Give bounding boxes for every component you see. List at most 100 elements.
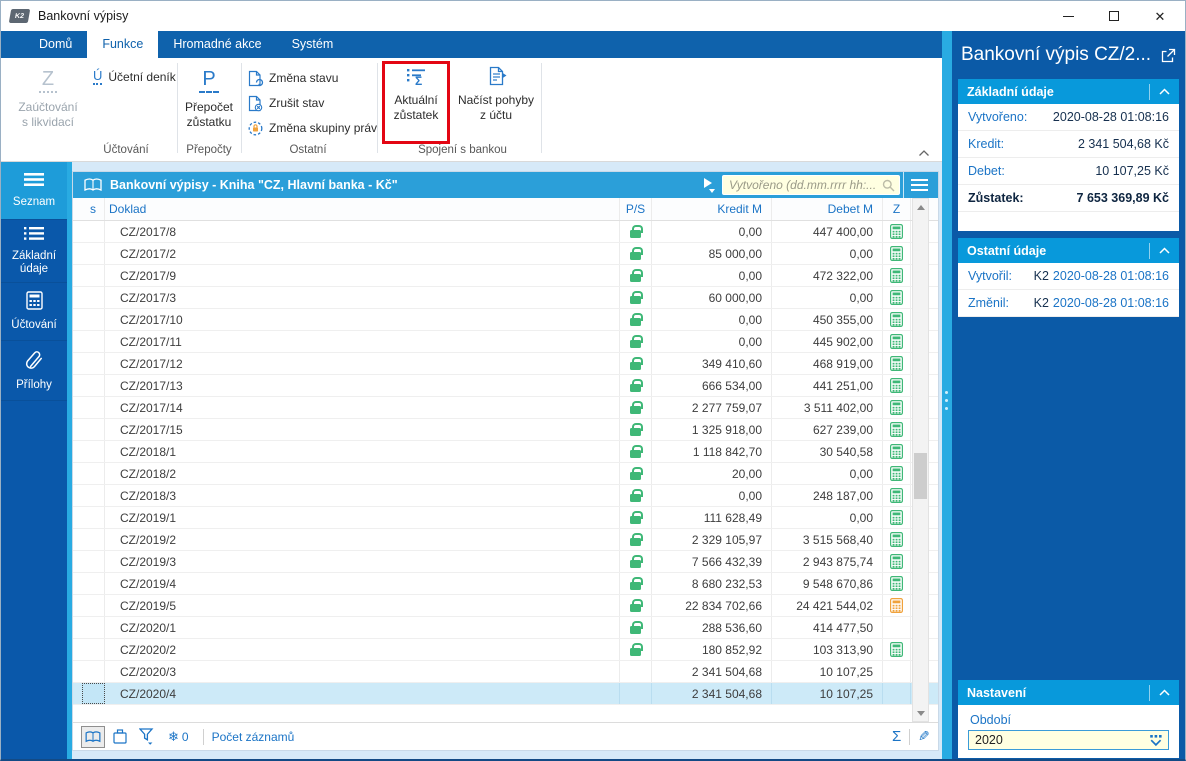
tab-system[interactable]: Systém: [277, 31, 349, 58]
table-row[interactable]: CZ/2018/1 1 118 842,70 30 540,58: [73, 441, 938, 463]
sidebar-item-seznam[interactable]: Seznam: [1, 162, 67, 220]
table-row[interactable]: CZ/2017/15 1 325 918,00 627 239,00: [73, 419, 938, 441]
kredit-cell: 0,00: [652, 221, 772, 242]
tab-hromadne-akce[interactable]: Hromadné akce: [158, 31, 276, 58]
row-select-cell: [82, 287, 105, 308]
aktualni-zustatek-button[interactable]: Σ Aktuální zůstatek: [386, 66, 446, 123]
chevron-up-icon[interactable]: [1149, 83, 1170, 100]
lock-icon: [630, 290, 643, 304]
svg-text:Σ: Σ: [415, 74, 422, 87]
filter-button[interactable]: [135, 726, 159, 748]
table-row[interactable]: CZ/2017/8 0,00 447 400,00: [73, 221, 938, 243]
search-run-button[interactable]: [704, 178, 718, 193]
close-button[interactable]: ✕: [1137, 1, 1183, 31]
section-header[interactable]: Nastavení: [958, 680, 1179, 705]
column-header-s[interactable]: s: [82, 198, 105, 220]
period-combobox[interactable]: 2020: [968, 730, 1169, 750]
scroll-down-button[interactable]: [913, 705, 928, 721]
zmena-stavu-button[interactable]: Změna stavu: [247, 66, 338, 90]
sidebar-item-uctovani[interactable]: Účtování: [1, 283, 67, 341]
row-select-cell: [82, 375, 105, 396]
right-splitter[interactable]: [942, 31, 952, 759]
debet-cell: 627 239,00: [772, 419, 883, 440]
table-row[interactable]: CZ/2019/3 7 566 432,39 2 943 875,74: [73, 551, 938, 573]
tab-funkce[interactable]: Funkce: [87, 31, 159, 58]
zrusit-stav-button[interactable]: Zrušit stav: [247, 91, 324, 115]
group-separator: [377, 63, 378, 153]
kredit-cell: 85 000,00: [652, 243, 772, 264]
row-select-cell: [82, 595, 105, 616]
sum-button[interactable]: Σ: [892, 728, 901, 745]
edit-button[interactable]: ✎: [918, 728, 930, 745]
field-vytvoril: Vytvořil: K2 2020-08-28 01:08:16: [958, 263, 1179, 290]
scrollbar-thumb[interactable]: [914, 453, 927, 499]
vertical-scrollbar[interactable]: [912, 198, 929, 722]
prepocet-zustatku-button[interactable]: P Přepočet zůstatku: [179, 67, 239, 130]
open-external-icon[interactable]: [1160, 48, 1176, 64]
debet-cell: 441 251,00: [772, 375, 883, 396]
ucetni-denik-button[interactable]: Ú Účetní deník: [93, 65, 176, 89]
kredit-cell: 1 325 918,00: [652, 419, 772, 440]
table-row[interactable]: CZ/2017/11 0,00 445 902,00: [73, 331, 938, 353]
z-cell: [883, 375, 911, 396]
table-row[interactable]: CZ/2017/3 60 000,00 0,00: [73, 287, 938, 309]
table-row[interactable]: CZ/2017/14 2 277 759,07 3 511 402,00: [73, 397, 938, 419]
zmena-skupiny-prav-button[interactable]: Změna skupiny práv: [247, 116, 377, 140]
debet-cell: 3 511 402,00: [772, 397, 883, 418]
table-row[interactable]: CZ/2017/2 85 000,00 0,00: [73, 243, 938, 265]
table-row[interactable]: CZ/2020/3 2 341 504,68 10 107,25: [73, 661, 938, 683]
kredit-cell: 1 118 842,70: [652, 441, 772, 462]
search-input[interactable]: [723, 178, 882, 192]
tab-domu[interactable]: Domů: [24, 31, 87, 58]
nacist-pohyby-button[interactable]: Načíst pohyby z účtu: [453, 66, 539, 123]
table-row[interactable]: CZ/2020/4 2 341 504,68 10 107,25: [73, 683, 938, 705]
section-header[interactable]: Základní údaje: [958, 79, 1179, 104]
row-select-cell: [82, 331, 105, 352]
section-header[interactable]: Ostatní údaje: [958, 238, 1179, 263]
scroll-up-button[interactable]: [913, 199, 928, 215]
doklad-cell: CZ/2018/1: [105, 441, 620, 462]
lock-icon: [630, 378, 643, 392]
table-row[interactable]: CZ/2018/2 20,00 0,00: [73, 463, 938, 485]
lock-icon: [630, 620, 643, 634]
sidebar-item-zakladni-udaje[interactable]: Základní údaje: [1, 220, 67, 283]
book-view-button[interactable]: [81, 725, 105, 748]
chevron-up-icon[interactable]: [1149, 684, 1170, 701]
column-header-doklad[interactable]: Doklad: [105, 198, 620, 220]
card-view-button[interactable]: [108, 726, 132, 748]
maximize-button[interactable]: [1091, 1, 1137, 31]
table-row[interactable]: CZ/2020/2 180 852,92 103 313,90: [73, 639, 938, 661]
separator: [909, 728, 911, 745]
table-row[interactable]: CZ/2017/12 349 410,60 468 919,00: [73, 353, 938, 375]
table-menu-button[interactable]: [903, 172, 934, 198]
column-header-ps[interactable]: P/S: [620, 198, 652, 220]
ribbon-collapse-icon[interactable]: [918, 149, 930, 157]
table-row[interactable]: CZ/2017/9 0,00 472 322,00: [73, 265, 938, 287]
table-row[interactable]: CZ/2019/4 8 680 232,53 9 548 670,86: [73, 573, 938, 595]
detail-panel: Bankovní výpis CZ/2... Základní údaje Vy…: [952, 31, 1185, 759]
freeze-icon[interactable]: ❄: [168, 729, 179, 745]
table-row[interactable]: CZ/2020/1 288 536,60 414 477,50: [73, 617, 938, 639]
calculator-status-icon: [890, 422, 903, 437]
zauctovani-s-likvidaci-button[interactable]: Z Zaúčtování s likvidací: [9, 67, 87, 130]
calculator-status-icon: [890, 224, 903, 239]
record-count-button[interactable]: Počet záznamů: [212, 730, 295, 744]
section-body: Vytvořeno: 2020-08-28 01:08:16 Kredit: 2…: [958, 104, 1179, 231]
ps-cell: [620, 529, 652, 550]
ribbon: Z Zaúčtování s likvidací Ú Účetní deník …: [1, 58, 942, 162]
minimize-button[interactable]: [1045, 1, 1091, 31]
table-row[interactable]: CZ/2018/3 0,00 248 187,00: [73, 485, 938, 507]
table-row[interactable]: CZ/2019/2 2 329 105,97 3 515 568,40: [73, 529, 938, 551]
column-header-z[interactable]: Z: [883, 198, 911, 220]
table-row[interactable]: CZ/2019/5 22 834 702,66 24 421 544,02: [73, 595, 938, 617]
column-header-debet[interactable]: Debet M: [772, 198, 883, 220]
chevron-up-icon[interactable]: [1149, 242, 1170, 259]
z-cell: [883, 551, 911, 572]
table-row[interactable]: CZ/2017/13 666 534,00 441 251,00: [73, 375, 938, 397]
sidebar-item-prilohy[interactable]: Přílohy: [1, 341, 67, 401]
debet-cell: 10 107,25: [772, 683, 883, 704]
lock-icon: [630, 246, 643, 260]
table-row[interactable]: CZ/2017/10 0,00 450 355,00: [73, 309, 938, 331]
table-row[interactable]: CZ/2019/1 111 628,49 0,00: [73, 507, 938, 529]
column-header-kredit[interactable]: Kredit M: [652, 198, 772, 220]
